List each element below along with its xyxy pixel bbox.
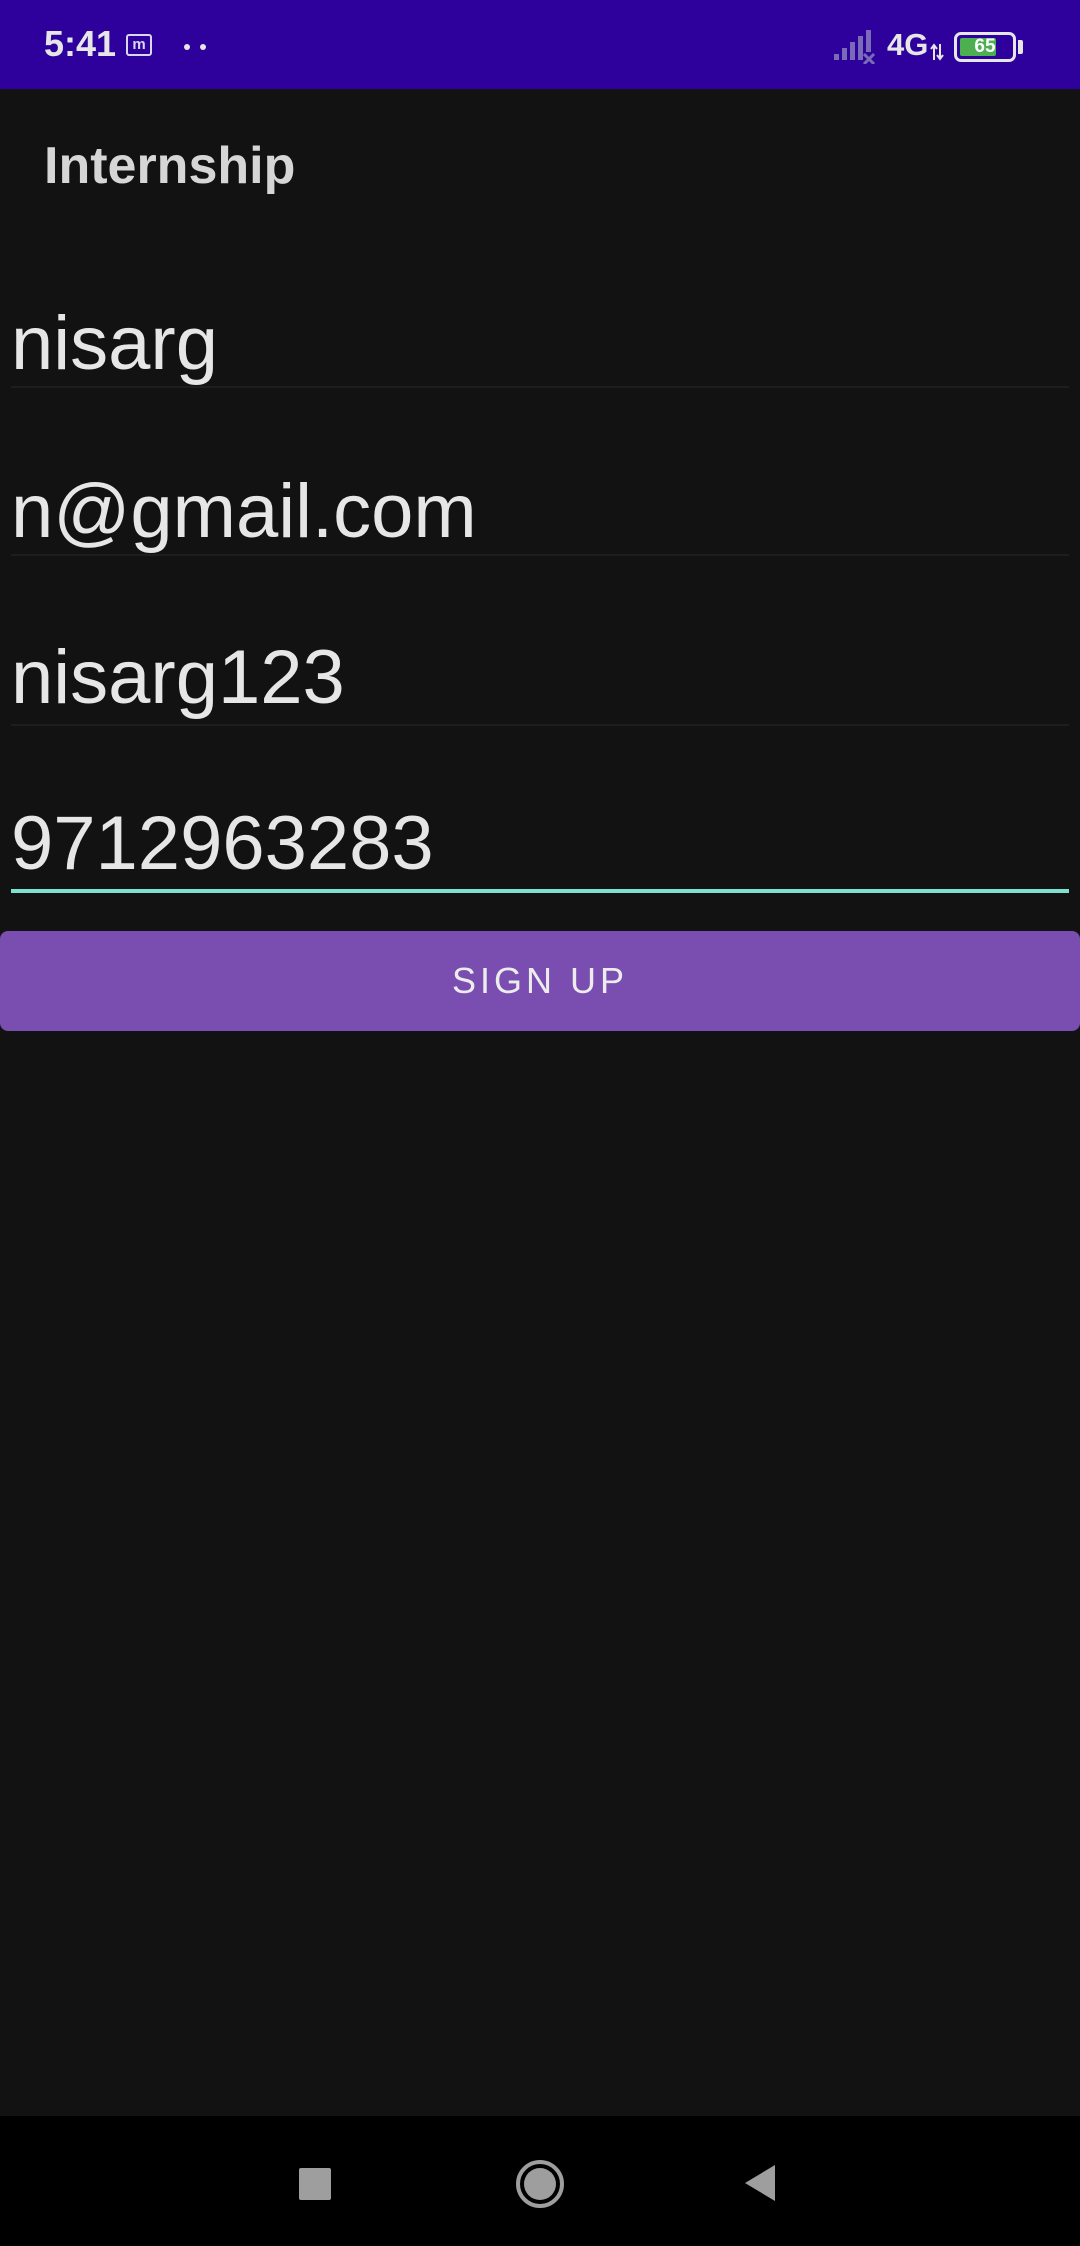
email-field-underline: [11, 554, 1069, 556]
password-field[interactable]: [11, 594, 1069, 760]
battery-cap: [1018, 40, 1023, 54]
phone-field[interactable]: [11, 760, 1069, 926]
recents-icon[interactable]: [299, 2168, 331, 2200]
data-activity-icon: [930, 43, 944, 61]
signal-icon: [834, 30, 876, 64]
home-icon[interactable]: [515, 2159, 565, 2209]
app-title: Internship: [44, 137, 296, 195]
battery-icon: 65: [954, 32, 1016, 62]
name-field[interactable]: [11, 260, 1069, 426]
screen: 5:41 m 4G 65 Internship nisarg n@gmail.c…: [0, 0, 1080, 2246]
name-field-container: [0, 260, 1080, 428]
signup-button[interactable]: SIGN UP: [0, 931, 1080, 1031]
password-field-underline: [11, 724, 1069, 726]
more-notifications-icon: [184, 44, 210, 50]
email-field-container: [0, 428, 1080, 596]
notification-m-icon: m: [126, 34, 152, 56]
status-time: 5:41: [44, 23, 117, 64]
battery-level: 65: [974, 36, 996, 57]
phone-field-underline: [11, 889, 1069, 893]
status-bar: 5:41 m 4G 65: [0, 0, 1080, 89]
email-field[interactable]: [11, 428, 1069, 594]
name-field-underline: [11, 386, 1069, 388]
network-type-label: 4G: [887, 27, 929, 62]
back-icon[interactable]: [743, 2163, 777, 2203]
password-field-container: [0, 594, 1080, 762]
navigation-bar: [0, 2116, 1080, 2246]
phone-field-container: [0, 760, 1080, 928]
